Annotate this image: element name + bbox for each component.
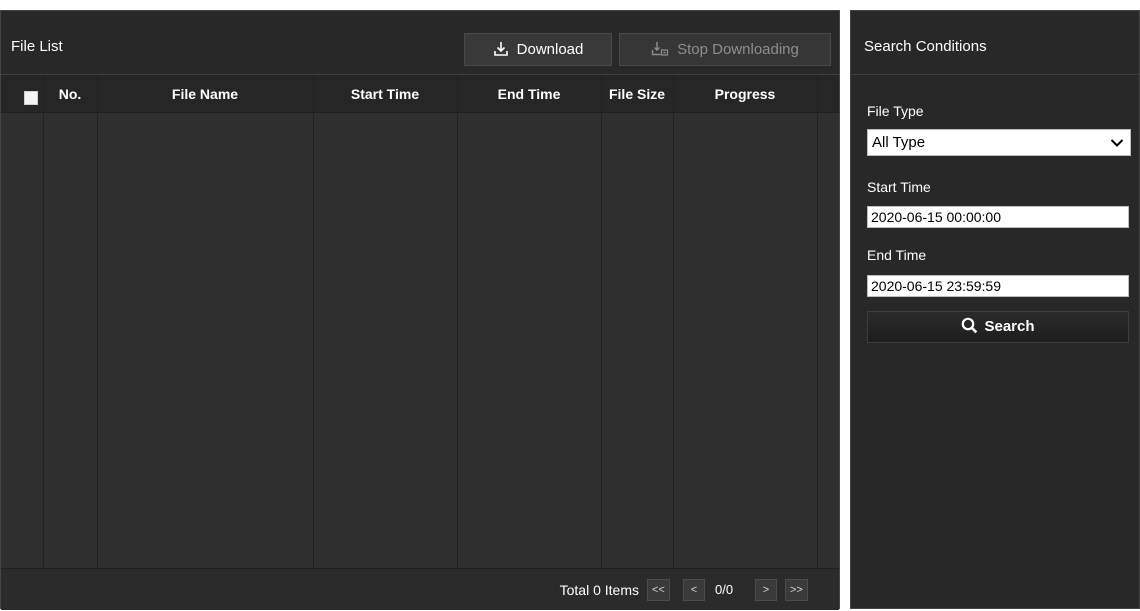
prev-page-button[interactable]: < <box>683 579 705 601</box>
search-conditions-panel: Search Conditions File Type All Type Sta… <box>850 10 1140 609</box>
stop-downloading-label: Stop Downloading <box>677 41 799 58</box>
column-divider <box>673 75 674 568</box>
file-type-label: File Type <box>867 103 924 119</box>
search-label: Search <box>984 318 1035 335</box>
column-divider <box>313 75 314 568</box>
next-page-button[interactable]: > <box>755 579 777 601</box>
download-icon <box>493 42 508 56</box>
column-header-no[interactable]: No. <box>43 75 97 113</box>
end-time-label: End Time <box>867 247 927 263</box>
stop-downloading-button[interactable]: Stop Downloading <box>619 33 831 66</box>
column-header-file-size[interactable]: File Size <box>601 75 673 113</box>
start-time-label: Start Time <box>867 179 931 195</box>
file-list-header: File List Download Stop Downloading <box>1 11 839 75</box>
search-conditions-header: Search Conditions <box>851 11 1139 75</box>
search-icon <box>962 317 978 334</box>
column-divider <box>97 75 98 568</box>
panel-title: File List <box>11 38 63 55</box>
total-items: Total 0 Items <box>559 582 639 598</box>
stop-download-icon <box>651 42 669 56</box>
column-header-end-time[interactable]: End Time <box>457 75 601 113</box>
file-type-select[interactable]: All Type <box>867 129 1131 156</box>
file-table-body <box>1 113 839 568</box>
column-divider <box>817 75 818 568</box>
last-page-button[interactable]: >> <box>785 579 808 601</box>
select-all-checkbox[interactable] <box>24 91 38 105</box>
column-divider <box>457 75 458 568</box>
download-button[interactable]: Download <box>464 33 612 66</box>
chevron-down-icon <box>1110 139 1124 147</box>
column-header-progress[interactable]: Progress <box>673 75 817 113</box>
file-type-value: All Type <box>872 134 926 151</box>
column-header-start-time[interactable]: Start Time <box>313 75 457 113</box>
first-page-button[interactable]: << <box>647 579 670 601</box>
page-info: 0/0 <box>715 582 734 597</box>
file-list-panel: File List Download Stop Downloading No. … <box>0 10 840 610</box>
panel-title: Search Conditions <box>864 38 987 55</box>
download-label: Download <box>516 41 584 58</box>
column-divider <box>43 75 44 568</box>
pagination-bar: Total 0 Items << < 0/0 > >> <box>1 568 839 610</box>
column-divider <box>601 75 602 568</box>
start-time-field[interactable]: 2020-06-15 00:00:00 <box>867 206 1129 228</box>
search-button[interactable]: Search <box>867 311 1129 343</box>
table-header: No. File Name Start Time End Time File S… <box>1 75 839 113</box>
end-time-field[interactable]: 2020-06-15 23:59:59 <box>867 275 1129 297</box>
column-header-file-name[interactable]: File Name <box>97 75 313 113</box>
